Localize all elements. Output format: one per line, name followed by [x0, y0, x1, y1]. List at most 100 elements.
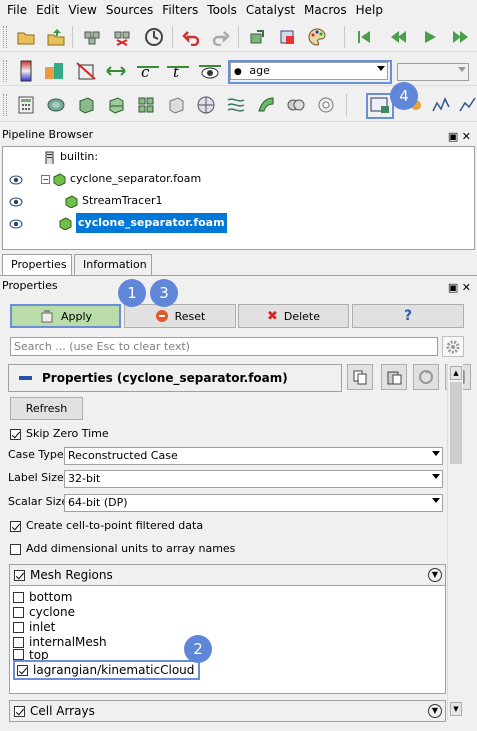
- rescale-time-icon[interactable]: t: [166, 60, 190, 82]
- menu-catalyst[interactable]: Catalyst: [243, 0, 298, 20]
- tree-item-foam[interactable]: − cyclone_separator.foam: [41, 169, 201, 189]
- reset-session-icon[interactable]: [276, 26, 300, 48]
- disconnect-icon[interactable]: [110, 26, 134, 48]
- undo-icon[interactable]: [180, 26, 204, 48]
- dim-units-row[interactable]: Add dimensional units to array names: [10, 540, 235, 558]
- camera-link-icon[interactable]: [246, 26, 270, 48]
- group-datasets-icon[interactable]: [284, 94, 308, 116]
- rescale-custom-icon[interactable]: [104, 60, 128, 82]
- scroll-thumb[interactable]: [450, 382, 462, 464]
- label-size-select[interactable]: 32-bit: [64, 470, 443, 488]
- calculator-icon[interactable]: [14, 94, 38, 116]
- menu-help[interactable]: Help: [353, 0, 386, 20]
- case-type-select[interactable]: Reconstructed Case: [64, 447, 443, 465]
- restore-defaults-icon[interactable]: [413, 364, 439, 390]
- scroll-up-icon[interactable]: ▲: [450, 366, 462, 380]
- toolbar-handle[interactable]: [3, 26, 7, 48]
- color-legend-icon[interactable]: [14, 60, 38, 82]
- paste-icon[interactable]: [381, 364, 407, 390]
- reset-range-icon[interactable]: [74, 60, 98, 82]
- cell-arrays-header[interactable]: Cell Arrays ▼: [9, 700, 446, 722]
- menu-edit[interactable]: Edit: [33, 0, 62, 20]
- contour-icon[interactable]: [44, 94, 68, 116]
- properties-section-header[interactable]: Properties (cyclone_separator.foam): [8, 364, 342, 392]
- scroll-down-icon[interactable]: ▼: [450, 702, 462, 716]
- tab-properties[interactable]: Properties: [2, 254, 72, 276]
- copy-icon[interactable]: [347, 364, 373, 390]
- float-icon[interactable]: ▣: [448, 130, 458, 143]
- mesh-regions-all-checkbox[interactable]: [14, 569, 25, 581]
- menu-filters[interactable]: Filters: [159, 0, 201, 20]
- menu-file[interactable]: File: [4, 0, 30, 20]
- collapse-icon[interactable]: −: [41, 174, 50, 184]
- eye-icon[interactable]: [9, 197, 23, 207]
- delete-button[interactable]: ✖ Delete: [238, 304, 349, 328]
- menu-sources[interactable]: Sources: [103, 0, 156, 20]
- tab-information[interactable]: Information: [74, 254, 152, 276]
- histogram-icon[interactable]: [456, 94, 477, 116]
- edit-color-map-icon[interactable]: [42, 60, 66, 82]
- region-checkbox[interactable]: [17, 664, 28, 676]
- threshold-icon[interactable]: [134, 94, 158, 116]
- advanced-toggle-button[interactable]: [442, 336, 464, 357]
- tree-item-streamtracer[interactable]: StreamTracer1: [65, 191, 163, 211]
- pipeline-tree: builtin: − cyclone_separator.foam Stream…: [2, 146, 475, 250]
- extract-level-icon[interactable]: [314, 94, 338, 116]
- server-icon: [45, 151, 54, 164]
- glyph-icon[interactable]: [194, 94, 218, 116]
- visible-range-icon[interactable]: [198, 60, 222, 82]
- help-button[interactable]: ?: [352, 304, 464, 328]
- menu-view[interactable]: View: [65, 0, 99, 20]
- cell-to-point-checkbox[interactable]: [10, 520, 21, 532]
- load-state-icon[interactable]: [44, 26, 68, 48]
- eye-icon[interactable]: [9, 219, 23, 229]
- redo-icon[interactable]: [208, 26, 232, 48]
- menu-macros[interactable]: Macros: [301, 0, 350, 20]
- close-icon[interactable]: ✕: [462, 281, 471, 294]
- clip-icon[interactable]: [74, 94, 98, 116]
- chevron-down-icon[interactable]: ▼: [428, 568, 442, 582]
- mesh-regions-header[interactable]: Mesh Regions ▼: [9, 564, 446, 586]
- play-icon[interactable]: [418, 26, 442, 48]
- previous-frame-icon[interactable]: [386, 26, 410, 48]
- apply-button[interactable]: Apply: [10, 304, 121, 328]
- cell-to-point-row[interactable]: Create cell-to-point filtered data: [10, 517, 203, 535]
- next-frame-icon[interactable]: [448, 26, 472, 48]
- open-icon[interactable]: [14, 26, 38, 48]
- tree-item-builtin[interactable]: builtin:: [43, 147, 98, 167]
- tree-item-foam-selected[interactable]: cyclone_separator.foam: [59, 212, 228, 234]
- refresh-button[interactable]: Refresh: [10, 397, 83, 420]
- skip-zero-time-checkbox[interactable]: [10, 428, 21, 440]
- cell-arrays-all-checkbox[interactable]: [14, 705, 25, 717]
- region-checkbox[interactable]: [13, 649, 24, 660]
- region-checkbox[interactable]: [13, 636, 24, 648]
- region-checkbox[interactable]: [13, 621, 24, 633]
- extract-subset-icon[interactable]: [164, 94, 188, 116]
- filter-cube-icon: [65, 194, 78, 208]
- skip-zero-time-row[interactable]: Skip Zero Time: [10, 425, 109, 443]
- region-checkbox[interactable]: [13, 591, 24, 603]
- eye-icon[interactable]: [9, 175, 23, 185]
- reset-button[interactable]: Reset: [124, 304, 236, 328]
- region-checkbox[interactable]: [13, 606, 24, 618]
- first-frame-icon[interactable]: [352, 26, 376, 48]
- rescale-visible-icon[interactable]: c: [136, 60, 160, 82]
- warp-icon[interactable]: [254, 94, 278, 116]
- connect-icon[interactable]: [80, 26, 104, 48]
- dim-units-checkbox[interactable]: [10, 543, 21, 555]
- search-input[interactable]: Search ... (use Esc to clear text): [10, 337, 438, 356]
- plot-over-line-icon[interactable]: [430, 94, 454, 116]
- chevron-down-icon[interactable]: ▼: [428, 704, 442, 718]
- palette-icon[interactable]: [306, 26, 330, 48]
- scalar-size-select[interactable]: 64-bit (DP): [64, 494, 443, 512]
- component-select[interactable]: [397, 63, 469, 81]
- menu-tools[interactable]: Tools: [204, 0, 240, 20]
- close-icon[interactable]: ✕: [462, 130, 471, 143]
- auto-apply-icon[interactable]: [142, 26, 166, 48]
- float-icon[interactable]: ▣: [448, 281, 458, 294]
- dim-units-label: Add dimensional units to array names: [26, 542, 236, 555]
- properties-scrollbar[interactable]: ▲ ▼: [447, 364, 463, 720]
- list-item-selected[interactable]: lagrangian/kinematicCloud: [13, 660, 201, 680]
- stream-tracer-icon[interactable]: [224, 94, 248, 116]
- slice-icon[interactable]: [104, 94, 128, 116]
